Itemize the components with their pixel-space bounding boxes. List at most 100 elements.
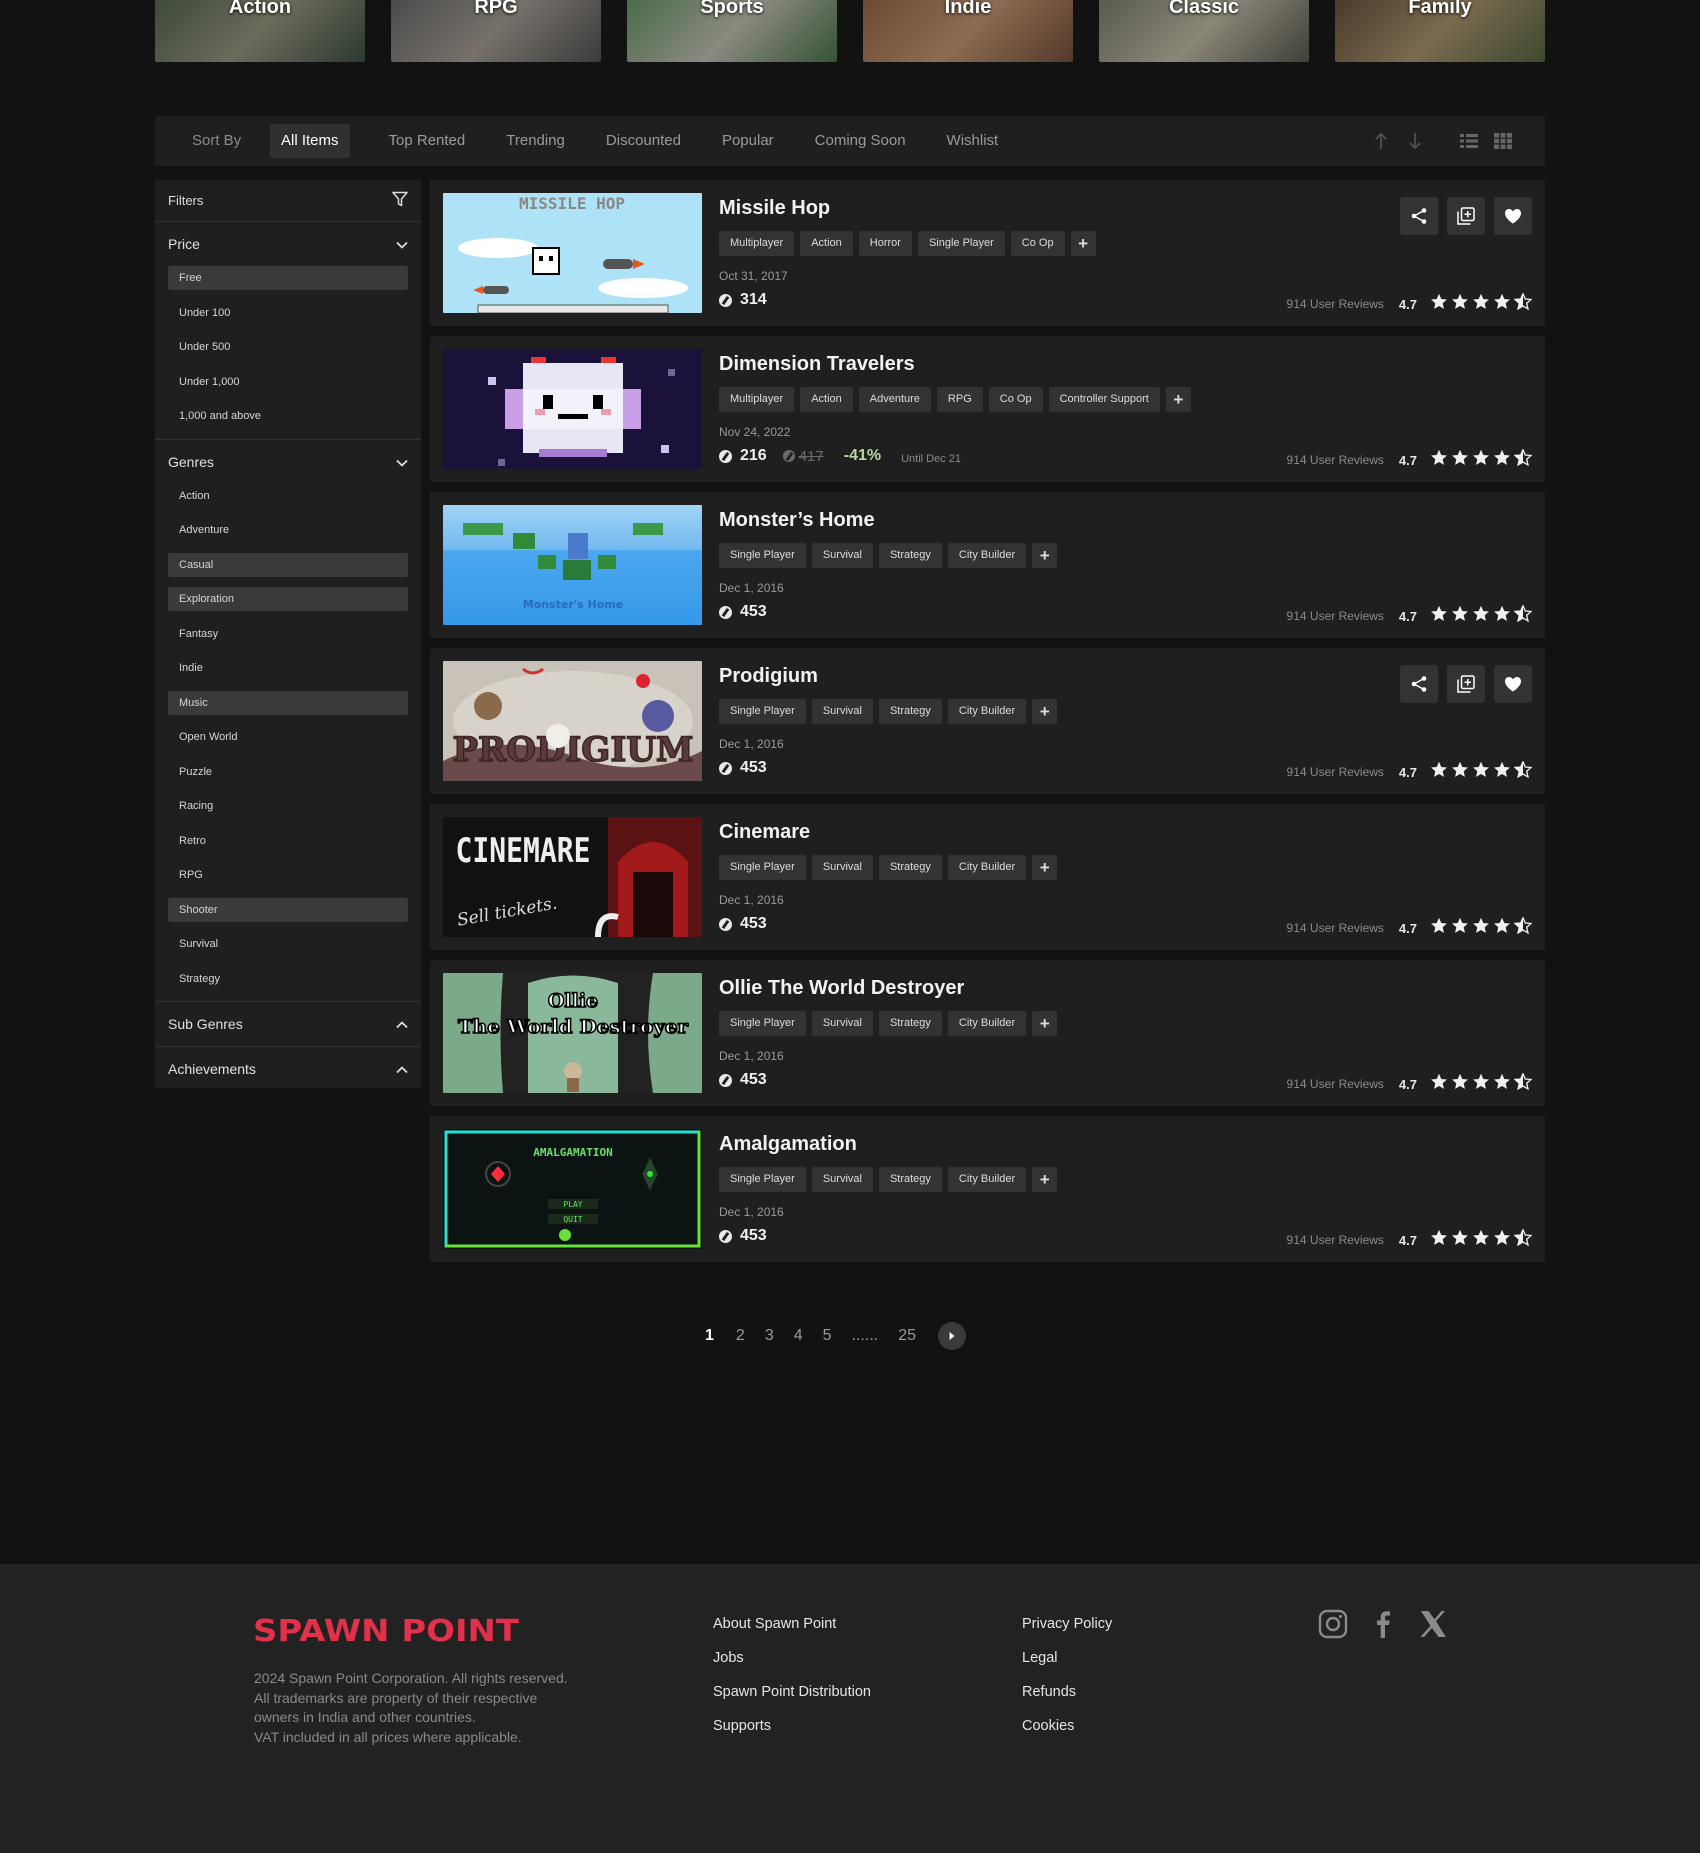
- share-button[interactable]: [1400, 665, 1438, 703]
- category-tile-family[interactable]: Family: [1335, 0, 1545, 62]
- review-count[interactable]: 914 User Reviews: [1287, 921, 1384, 935]
- sort-descending-icon[interactable]: [1403, 129, 1427, 153]
- footer-link-distribution[interactable]: Spawn Point Distribution: [713, 1675, 871, 1709]
- game-thumbnail[interactable]: PRODIGIUM: [443, 661, 702, 781]
- footer-link-legal[interactable]: Legal: [1022, 1641, 1112, 1675]
- genre-option-strategy[interactable]: Strategy: [168, 967, 408, 991]
- tab-discounted[interactable]: Discounted: [586, 124, 701, 158]
- genre-tag[interactable]: City Builder: [947, 1011, 1027, 1036]
- game-card[interactable]: Ollie The World Destroyer Ollie The World…: [430, 960, 1545, 1106]
- genre-tag[interactable]: Action: [800, 387, 853, 412]
- genre-tag[interactable]: Multiplayer: [719, 387, 795, 412]
- genre-tag[interactable]: Single Player: [719, 1011, 806, 1036]
- genre-tag[interactable]: Single Player: [719, 1167, 806, 1192]
- genre-option-adventure[interactable]: Adventure: [168, 518, 408, 542]
- price-option-under-1000[interactable]: Under 1,000: [168, 370, 408, 394]
- genre-tag[interactable]: Strategy: [878, 855, 942, 880]
- spawn-point-logo[interactable]: SPAWN POINT: [253, 1614, 523, 1651]
- genre-option-music[interactable]: Music: [168, 690, 408, 715]
- genre-tag[interactable]: Co Op: [1010, 231, 1065, 256]
- footer-link-cookies[interactable]: Cookies: [1022, 1709, 1112, 1743]
- genre-tag[interactable]: Multiplayer: [719, 231, 795, 256]
- genre-option-exploration[interactable]: Exploration: [168, 587, 408, 611]
- genre-tag[interactable]: Co Op: [988, 387, 1043, 412]
- genre-tag[interactable]: Controller Support: [1048, 387, 1160, 412]
- tab-coming-soon[interactable]: Coming Soon: [795, 124, 926, 158]
- list-view-icon[interactable]: [1457, 129, 1481, 153]
- x-icon[interactable]: [1418, 1609, 1448, 1644]
- next-page-button[interactable]: [938, 1322, 966, 1350]
- genre-tag[interactable]: City Builder: [947, 1167, 1027, 1192]
- page-1[interactable]: 1: [705, 1327, 714, 1345]
- genre-tag[interactable]: Survival: [811, 1011, 873, 1036]
- game-title[interactable]: Prodigium: [719, 665, 818, 688]
- genre-tag[interactable]: RPG: [936, 387, 983, 412]
- genre-option-survival[interactable]: Survival: [168, 932, 408, 956]
- add-tag-button[interactable]: +: [1032, 1167, 1058, 1192]
- page-4[interactable]: 4: [794, 1327, 803, 1345]
- genre-tag[interactable]: Single Player: [719, 855, 806, 880]
- price-option-under-100[interactable]: Under 100: [168, 301, 408, 325]
- game-card[interactable]: MISSILE HOP Missile Hop Multiplayer Actio…: [430, 180, 1545, 326]
- add-tag-button[interactable]: +: [1032, 543, 1058, 568]
- add-to-library-button[interactable]: [1447, 665, 1485, 703]
- genre-option-fantasy[interactable]: Fantasy: [168, 622, 408, 646]
- genre-tag[interactable]: Action: [800, 231, 853, 256]
- game-title[interactable]: Missile Hop: [719, 197, 830, 220]
- genre-option-racing[interactable]: Racing: [168, 794, 408, 818]
- genre-tag[interactable]: Strategy: [878, 1011, 942, 1036]
- genre-option-shooter[interactable]: Shooter: [168, 897, 408, 922]
- tab-popular[interactable]: Popular: [702, 124, 794, 158]
- genre-option-action[interactable]: Action: [168, 484, 408, 508]
- review-count[interactable]: 914 User Reviews: [1287, 609, 1384, 623]
- footer-link-refunds[interactable]: Refunds: [1022, 1675, 1112, 1709]
- tab-top-rented[interactable]: Top Rented: [369, 124, 486, 158]
- add-tag-button[interactable]: +: [1165, 387, 1191, 412]
- page-2[interactable]: 2: [736, 1327, 745, 1345]
- genre-tag[interactable]: Survival: [811, 855, 873, 880]
- game-thumbnail[interactable]: MISSILE HOP: [443, 193, 702, 313]
- tab-all-items[interactable]: All Items: [270, 124, 350, 158]
- review-count[interactable]: 914 User Reviews: [1287, 453, 1384, 467]
- genre-tag[interactable]: Strategy: [878, 699, 942, 724]
- genre-tag[interactable]: Horror: [858, 231, 912, 256]
- price-option-under-500[interactable]: Under 500: [168, 335, 408, 359]
- wishlist-button[interactable]: [1494, 665, 1532, 703]
- genre-tag[interactable]: Strategy: [878, 1167, 942, 1192]
- genre-option-open-world[interactable]: Open World: [168, 725, 408, 749]
- footer-link-privacy[interactable]: Privacy Policy: [1022, 1607, 1112, 1641]
- genre-tag[interactable]: Survival: [811, 1167, 873, 1192]
- review-count[interactable]: 914 User Reviews: [1287, 1233, 1384, 1247]
- category-tile-indie[interactable]: Indie: [863, 0, 1073, 62]
- genre-tag[interactable]: City Builder: [947, 543, 1027, 568]
- genre-option-puzzle[interactable]: Puzzle: [168, 760, 408, 784]
- genre-tag[interactable]: Strategy: [878, 543, 942, 568]
- instagram-icon[interactable]: [1318, 1609, 1348, 1644]
- review-count[interactable]: 914 User Reviews: [1287, 297, 1384, 311]
- category-tile-classic[interactable]: Classic: [1099, 0, 1309, 62]
- price-section-header[interactable]: Price: [155, 222, 421, 266]
- game-card[interactable]: PRODIGIUM Prodigium Single Player Surviva…: [430, 648, 1545, 794]
- genre-tag[interactable]: Single Player: [719, 699, 806, 724]
- achievements-section-header[interactable]: Achievements: [155, 1047, 421, 1091]
- footer-link-jobs[interactable]: Jobs: [713, 1641, 871, 1675]
- game-title[interactable]: Amalgamation: [719, 1133, 857, 1156]
- add-to-library-button[interactable]: [1447, 197, 1485, 235]
- game-thumbnail[interactable]: AMALGAMATION PLAY QUIT: [443, 1129, 702, 1249]
- review-count[interactable]: 914 User Reviews: [1287, 765, 1384, 779]
- page-25[interactable]: 25: [898, 1327, 916, 1345]
- wishlist-button[interactable]: [1494, 197, 1532, 235]
- game-thumbnail[interactable]: Monster's Home: [443, 505, 702, 625]
- game-title[interactable]: Monster’s Home: [719, 509, 875, 532]
- game-title[interactable]: Dimension Travelers: [719, 353, 915, 376]
- tab-trending[interactable]: Trending: [486, 124, 585, 158]
- page-3[interactable]: 3: [765, 1327, 774, 1345]
- category-tile-rpg[interactable]: RPG: [391, 0, 601, 62]
- footer-link-about[interactable]: About Spawn Point: [713, 1607, 871, 1641]
- game-card[interactable]: Monster's Home Monster’s Home Single Pla…: [430, 492, 1545, 638]
- game-thumbnail[interactable]: [443, 349, 702, 469]
- price-option-1000-above[interactable]: 1,000 and above: [168, 404, 408, 428]
- genre-tag[interactable]: City Builder: [947, 855, 1027, 880]
- sort-ascending-icon[interactable]: [1369, 129, 1393, 153]
- add-tag-button[interactable]: +: [1032, 1011, 1058, 1036]
